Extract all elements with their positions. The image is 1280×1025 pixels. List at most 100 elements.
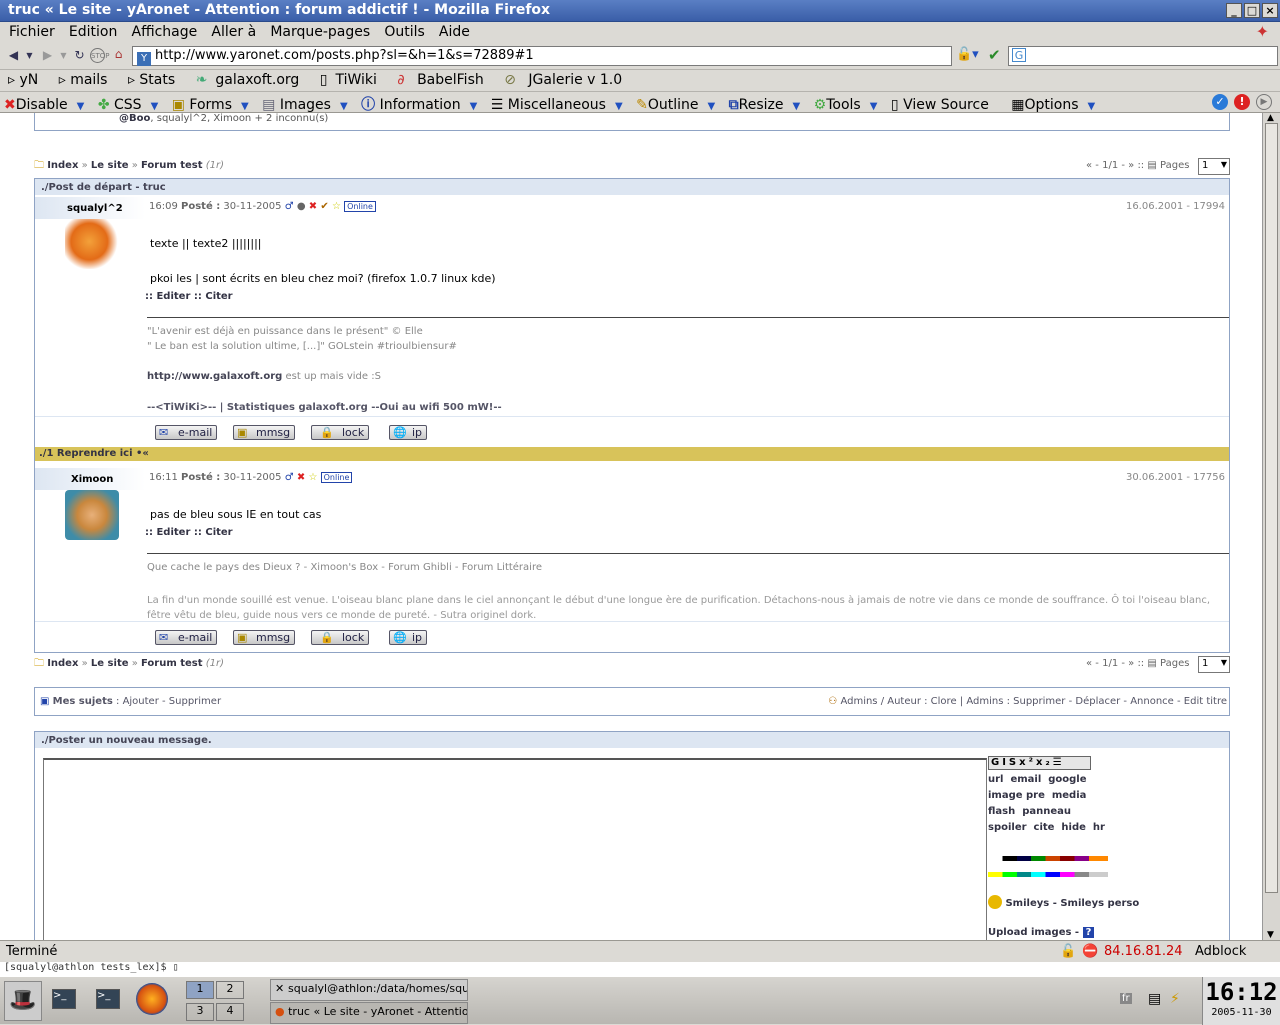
dev-outline[interactable]: ✎Outline ▼ bbox=[636, 97, 715, 113]
format-toolbar[interactable]: GISx²x₂☰ bbox=[988, 756, 1091, 770]
clipboard-icon[interactable]: ▤ bbox=[1148, 991, 1161, 1007]
post1-sig-4[interactable]: --<TiWiKi>-- | Statistiques galaxoft.org… bbox=[147, 402, 502, 413]
help-icon: ? bbox=[1082, 927, 1095, 938]
bookmark-mails[interactable]: ▹ mails bbox=[59, 72, 116, 88]
lock-dropdown-icon[interactable]: 🔓▾ bbox=[956, 47, 979, 62]
color-palette-1[interactable] bbox=[988, 856, 1108, 861]
menu-marque-pages[interactable]: Marque-pages bbox=[265, 24, 375, 40]
online-users: @Boo, squalyl^2, Ximoon + 2 inconnu(s) bbox=[119, 113, 329, 124]
forward-dropdown-icon[interactable]: ▼ bbox=[56, 48, 71, 63]
bookmark-babelfish[interactable]: ∂ BabelFish bbox=[397, 72, 491, 88]
desktop-2[interactable]: 2 bbox=[216, 981, 244, 999]
menu-outils[interactable]: Outils bbox=[379, 24, 429, 40]
color-palette-2[interactable] bbox=[988, 872, 1108, 877]
bookmark-yn[interactable]: ▹ yN bbox=[8, 72, 46, 88]
stop-icon[interactable]: STOP bbox=[90, 48, 109, 63]
status-text: Terminé bbox=[6, 944, 58, 959]
task-firefox[interactable]: ● truc « Le site - yAronet - Attentio bbox=[270, 1002, 468, 1024]
play-icon[interactable]: ▶ bbox=[1256, 94, 1272, 110]
close-icon[interactable]: × bbox=[1262, 3, 1278, 18]
dev-options[interactable]: ▦Options ▼ bbox=[1011, 97, 1095, 113]
reload-icon[interactable]: ↻ bbox=[72, 48, 87, 63]
terminal-launcher-icon[interactable]: >_ bbox=[52, 989, 76, 1009]
keyboard-layout-icon[interactable]: fr bbox=[1120, 993, 1132, 1004]
site-favicon-icon: Y bbox=[137, 52, 151, 66]
post2-meta: 16:11 Posté : 30-11-2005 ♂ ✖ ☆ Online bbox=[149, 472, 353, 483]
post1-actions[interactable]: :: Editer :: Citer bbox=[145, 291, 233, 302]
post2-actions[interactable]: :: Editer :: Citer bbox=[145, 527, 233, 538]
smileys-link[interactable]: Smileys - Smileys perso bbox=[988, 895, 1139, 909]
post2-email-button[interactable]: ✉ e-mail bbox=[155, 630, 218, 645]
dev-forms[interactable]: ▣ Forms ▼ bbox=[172, 97, 249, 113]
forward-icon[interactable]: ▶ bbox=[40, 48, 55, 63]
bookmark-stats[interactable]: ▹ Stats bbox=[128, 72, 183, 88]
admin-links[interactable]: ⚇ Admins / Auteur : Clore | Admins : Sup… bbox=[828, 696, 1227, 707]
minimize-icon[interactable]: _ bbox=[1226, 3, 1242, 18]
scrollbar-thumb[interactable] bbox=[1265, 123, 1278, 893]
reply-marker[interactable]: ./1 Reprendre ici •« bbox=[35, 447, 1229, 461]
redhat-menu-icon[interactable]: 🎩 bbox=[4, 981, 42, 1021]
back-icon[interactable]: ◀ bbox=[6, 48, 21, 63]
post1-author[interactable]: squalyl^2 bbox=[67, 203, 123, 214]
vertical-scrollbar[interactable]: ▲ ▼ bbox=[1262, 113, 1280, 940]
menu-edition[interactable]: Edition bbox=[64, 24, 122, 40]
desktop-3[interactable]: 3 bbox=[186, 1003, 214, 1021]
maximize-icon[interactable]: □ bbox=[1244, 3, 1260, 18]
upload-link[interactable]: Upload images - ? bbox=[988, 927, 1095, 938]
url-input[interactable]: Yhttp://www.yaronet.com/posts.php?sl=&h=… bbox=[132, 46, 952, 66]
post1-mmsg-button[interactable]: ▣ mmsg bbox=[233, 425, 296, 440]
crumb-forum[interactable]: Forum test bbox=[141, 160, 203, 171]
post1-lock-button[interactable]: 🔒 lock bbox=[311, 425, 370, 440]
search-input[interactable]: G bbox=[1008, 46, 1278, 66]
envelope-icon: ✉ bbox=[159, 631, 169, 644]
online-users-box: @Boo, squalyl^2, Ximoon + 2 inconnu(s) bbox=[34, 113, 1230, 131]
page-select[interactable]: 1 ▼ bbox=[1198, 158, 1230, 175]
bookmark-tiwiki[interactable]: ▯ TiWiki bbox=[320, 72, 385, 88]
menu-aller[interactable]: Aller à bbox=[206, 24, 261, 40]
dev-disable[interactable]: ✖Disable ▼ bbox=[4, 97, 84, 113]
go-check-icon[interactable]: ✔ bbox=[988, 46, 1001, 64]
post1-body-line2: pkoi les | sont écrits en bleu chez moi?… bbox=[150, 272, 496, 285]
dev-css[interactable]: ✤ CSS ▼ bbox=[98, 97, 158, 113]
terminal2-launcher-icon[interactable]: >_ bbox=[96, 989, 120, 1009]
post2-ip-button[interactable]: 🌐 ip bbox=[389, 630, 428, 645]
crumb-site[interactable]: Le site bbox=[91, 160, 129, 171]
crumb-index[interactable]: Index bbox=[47, 160, 78, 171]
post1-ip-button[interactable]: 🌐 ip bbox=[389, 425, 428, 440]
task-terminal[interactable]: ✕ squalyl@athlon:/data/homes/squaly bbox=[270, 979, 468, 1001]
adblock-button[interactable]: Adblock bbox=[1195, 944, 1246, 959]
back-dropdown-icon[interactable]: ▼ bbox=[22, 48, 37, 63]
menu-fichier[interactable]: Fichier bbox=[4, 24, 60, 40]
message-textarea[interactable] bbox=[43, 758, 987, 940]
post2-mmsg-button[interactable]: ▣ mmsg bbox=[233, 630, 296, 645]
bbcode-links[interactable]: url email google image pre media flash p… bbox=[988, 772, 1148, 836]
bookmark-galaxoft[interactable]: ❧ galaxoft.org bbox=[196, 72, 308, 88]
desktop-4[interactable]: 4 bbox=[216, 1003, 244, 1021]
desktop-1[interactable]: 1 bbox=[186, 981, 214, 999]
error-icon[interactable]: ! bbox=[1234, 94, 1250, 110]
page-select-bottom[interactable]: 1 ▼ bbox=[1198, 656, 1230, 673]
envelope-icon: ✉ bbox=[159, 426, 169, 439]
firefox-throbber-icon: ✦ bbox=[1255, 22, 1269, 41]
firefox-launcher-icon[interactable] bbox=[136, 983, 168, 1015]
dev-resize[interactable]: ⧉Resize ▼ bbox=[729, 97, 801, 113]
dev-tools[interactable]: ⚙Tools ▼ bbox=[814, 97, 878, 113]
validate-ok-icon[interactable]: ✓ bbox=[1212, 94, 1228, 110]
smiley-icon bbox=[988, 895, 1002, 909]
post2-author[interactable]: Ximoon bbox=[71, 474, 113, 485]
clock[interactable]: 16:12 2005-11-30 bbox=[1202, 977, 1280, 1025]
galaxoft-link[interactable]: http://www.galaxoft.org bbox=[147, 371, 282, 382]
menu-aide[interactable]: Aide bbox=[434, 24, 475, 40]
topics-icon: ▣ bbox=[40, 696, 50, 707]
home-icon[interactable]: ⌂ bbox=[111, 47, 126, 62]
dev-information[interactable]: ⓘ Information ▼ bbox=[361, 97, 477, 113]
dev-misc[interactable]: ☰ Miscellaneous ▼ bbox=[491, 97, 623, 113]
menu-affichage[interactable]: Affichage bbox=[127, 24, 203, 40]
globe-icon: 🌐 bbox=[393, 426, 407, 439]
post2-lock-button[interactable]: 🔒 lock bbox=[311, 630, 370, 645]
network-icon[interactable]: ⚡ bbox=[1170, 991, 1180, 1007]
bookmark-jgalerie[interactable]: ⊘ JGalerie v 1.0 bbox=[504, 72, 630, 88]
dev-images[interactable]: ▤ Images ▼ bbox=[262, 97, 348, 113]
dev-view-source[interactable]: ▯ View Source bbox=[891, 97, 998, 113]
post1-email-button[interactable]: ✉ e-mail bbox=[155, 425, 218, 440]
